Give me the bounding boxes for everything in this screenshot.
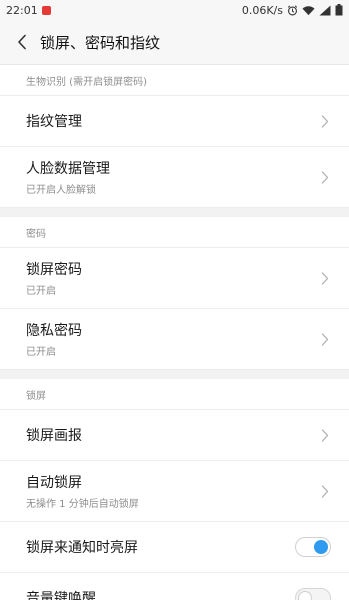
face-data-management-row[interactable]: 人脸数据管理 已开启人脸解锁 [0,147,349,208]
chevron-right-icon [321,271,331,285]
row-label: 隐私密码 [26,323,82,339]
chevron-right-icon [321,428,331,442]
signal-icon [319,5,331,16]
row-text: 指纹管理 [26,111,82,131]
battery-icon [335,4,343,16]
row-label: 人脸数据管理 [26,161,110,177]
row-text: 隐私密码 已开启 [26,320,82,358]
row-text: 锁屏画报 [26,425,82,445]
wake-on-notification-toggle[interactable] [295,537,331,557]
wake-on-notification-row: 锁屏来通知时亮屏 [0,522,349,573]
row-text: 锁屏密码 已开启 [26,259,82,297]
row-subtitle: 已开启 [26,347,56,358]
alarm-icon [287,5,298,16]
wifi-icon [302,5,315,16]
back-button[interactable] [10,30,34,54]
row-subtitle: 已开启人脸解锁 [26,185,96,196]
section-header-lockscreen: 锁屏 [0,379,349,410]
page-title: 锁屏、密码和指纹 [40,33,161,52]
chevron-right-icon [321,484,331,498]
row-label: 锁屏画报 [26,428,82,444]
toggle-knob [314,540,328,554]
row-subtitle: 无操作 1 分钟后自动锁屏 [26,499,139,510]
privacy-password-row[interactable]: 隐私密码 已开启 [0,309,349,370]
app-bar: 锁屏、密码和指纹 [0,20,349,64]
status-bar: 22:01 0.06K/s [0,0,349,20]
row-text: 锁屏来通知时亮屏 [26,537,138,557]
section-gap [0,370,349,379]
row-label: 音量键唤醒 [26,591,96,600]
row-subtitle: 已开启 [26,286,56,297]
section-gap [0,208,349,217]
row-text: 音量键唤醒 [26,588,96,600]
network-speed: 0.06K/s [241,3,283,17]
section-header-password: 密码 [0,217,349,248]
status-left: 22:01 [6,4,51,17]
row-label: 锁屏密码 [26,262,82,278]
row-text: 人脸数据管理 已开启人脸解锁 [26,158,110,196]
chevron-right-icon [321,114,331,128]
toggle-knob [298,591,312,600]
auto-lock-row[interactable]: 自动锁屏 无操作 1 分钟后自动锁屏 [0,461,349,522]
row-text: 自动锁屏 无操作 1 分钟后自动锁屏 [26,472,139,510]
fingerprint-management-row[interactable]: 指纹管理 [0,96,349,147]
volume-key-wake-row: 音量键唤醒 [0,573,349,600]
chevron-right-icon [321,332,331,346]
status-right: 0.06K/s [242,4,343,17]
status-time: 22:01 [6,3,38,17]
row-label: 指纹管理 [26,114,82,130]
chevron-left-icon [18,34,26,50]
notification-icon [41,5,51,15]
row-label: 自动锁屏 [26,475,82,491]
section-header-biometrics: 生物识别 (需开启锁屏密码) [0,65,349,96]
lock-screen-password-row[interactable]: 锁屏密码 已开启 [0,248,349,309]
volume-key-wake-toggle[interactable] [295,588,331,600]
lock-screen-wallpaper-row[interactable]: 锁屏画报 [0,410,349,461]
chevron-right-icon [321,170,331,184]
row-label: 锁屏来通知时亮屏 [26,540,138,556]
